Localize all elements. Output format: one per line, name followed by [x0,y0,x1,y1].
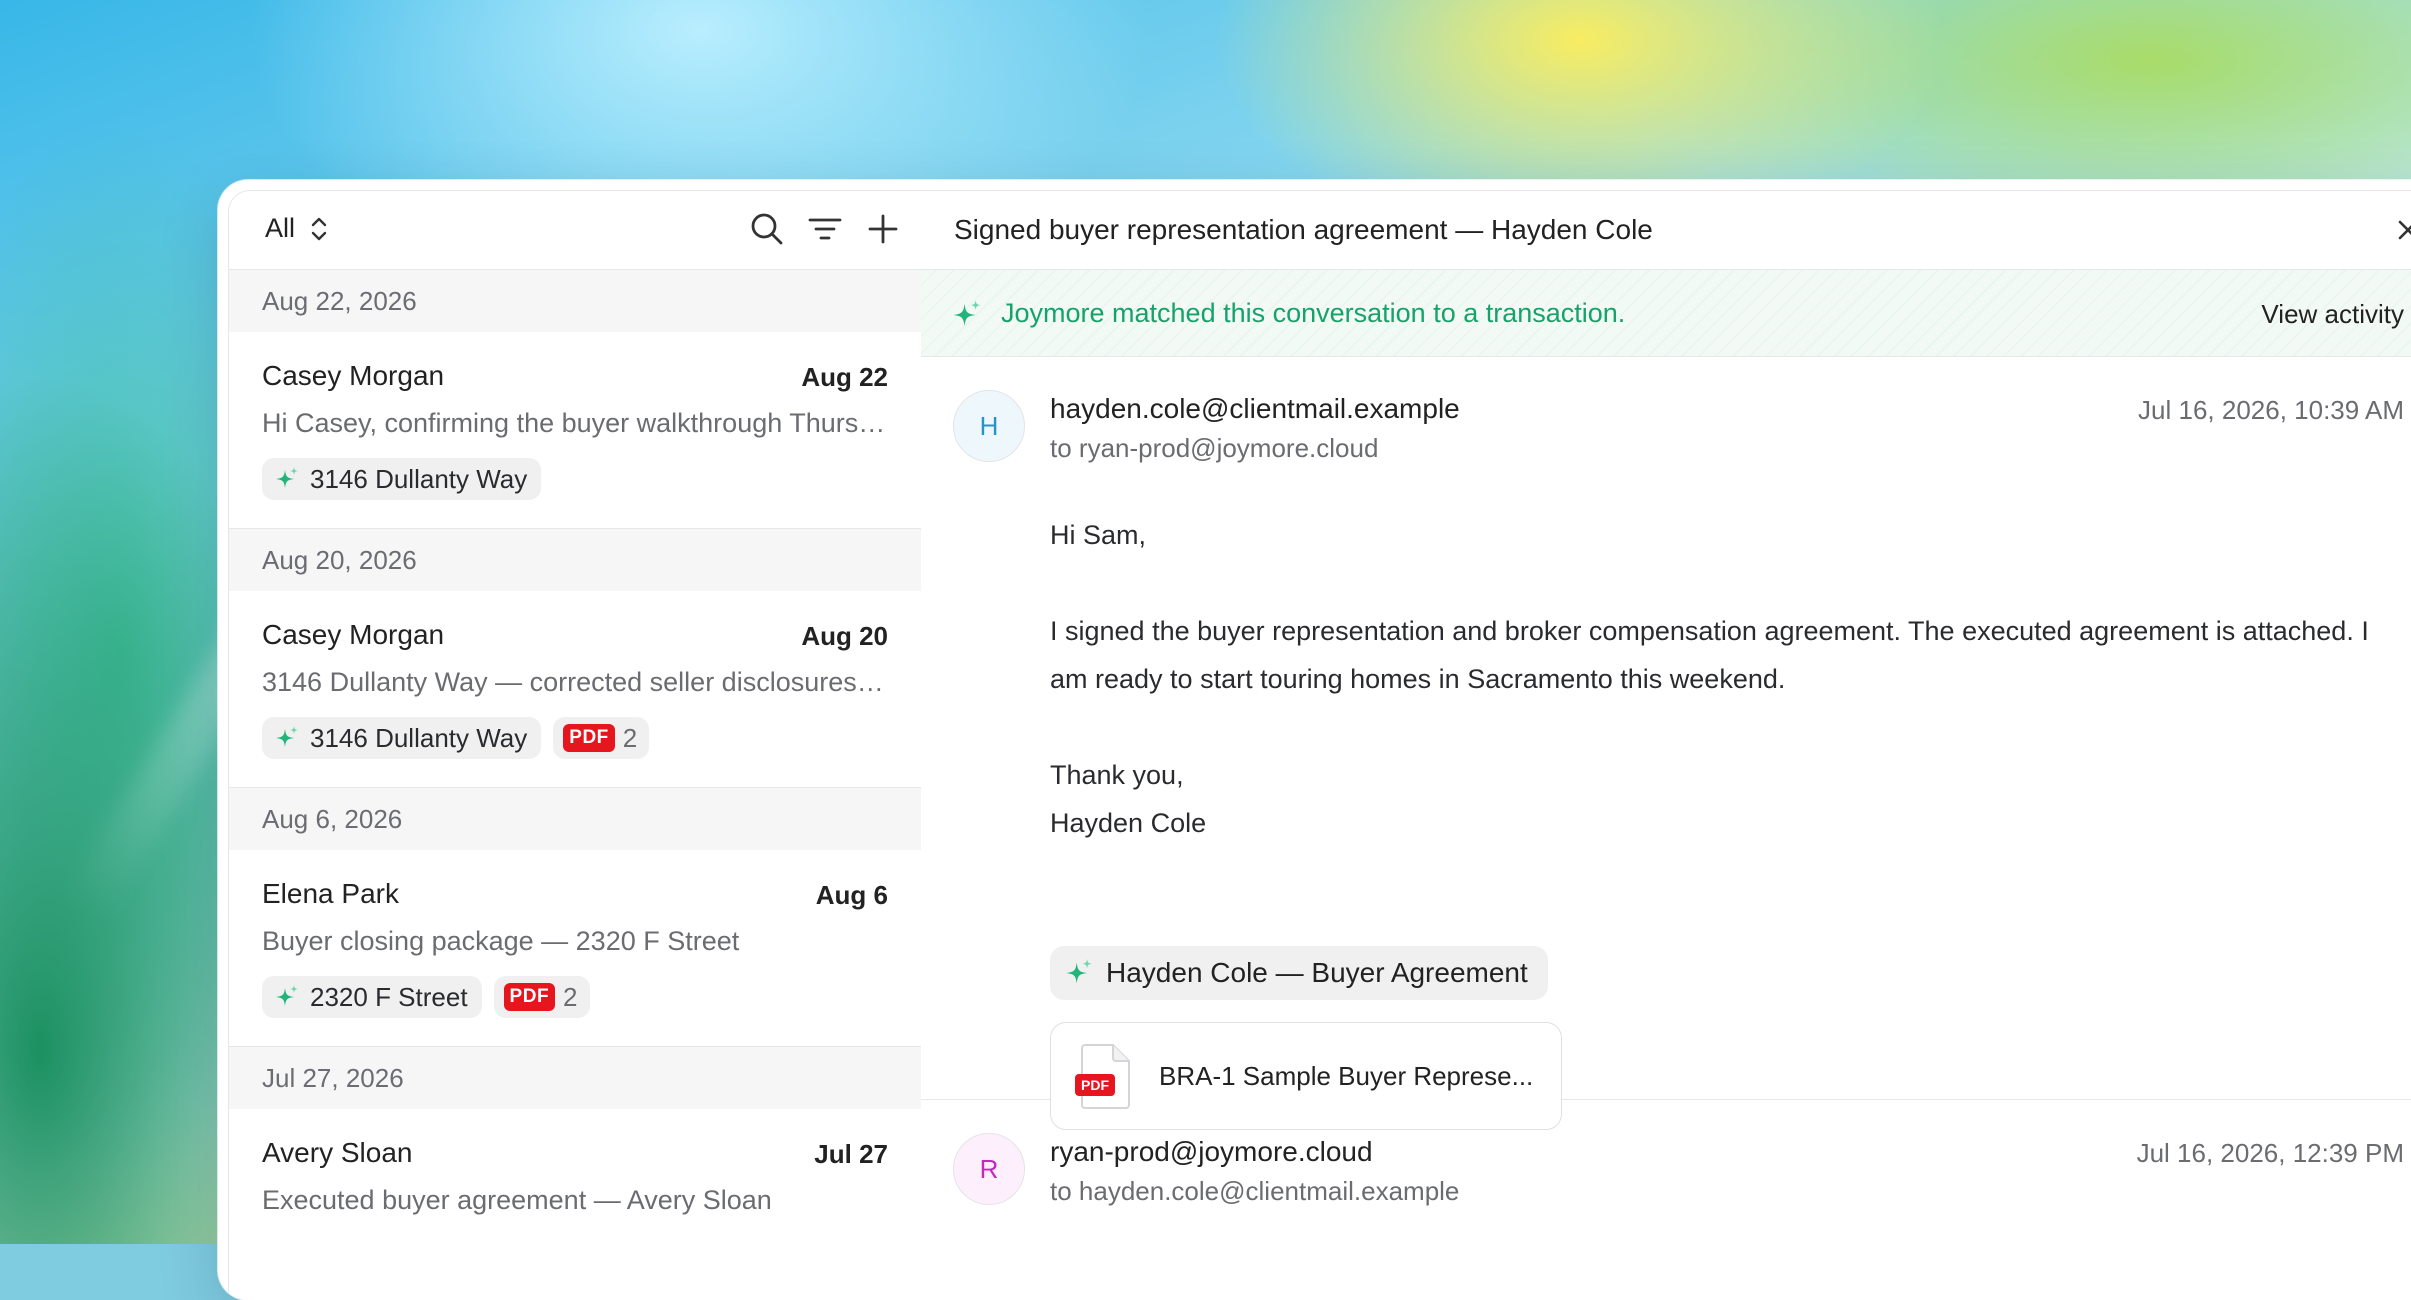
date-group-header: Jul 27, 2026 [229,1047,921,1109]
search-icon[interactable] [749,211,785,247]
close-icon[interactable] [2395,217,2411,243]
transaction-tag[interactable]: 2320 F Street [262,976,482,1018]
thread-date: Aug 22 [801,362,888,392]
sparkle-icon [276,726,298,747]
date-group-header: Aug 22, 2026 [229,270,921,332]
transaction-tag-label: 3146 Dullanty Way [310,463,528,494]
thread-item[interactable]: Casey Morgan Aug 22 Hi Casey, confirming… [229,332,921,529]
filter-select-label: All [265,213,296,243]
attachment-count-chip: PDF 2 [493,976,590,1018]
attachment-count: 2 [563,981,578,1012]
transaction-tag-label: 2320 F Street [310,981,468,1012]
pdf-icon: PDF [503,983,556,1011]
email-message: R ryan-prod@joymore.cloud to hayden.cole… [921,1100,2411,1300]
filter-select[interactable]: All [265,213,329,244]
match-banner-text: Joymore matched this conversation to a t… [1001,298,1626,328]
conversation-header: Signed buyer representation agreement — … [921,191,2411,270]
thread-sender: Casey Morgan [262,360,445,391]
thread-item[interactable]: Casey Morgan Aug 20 3146 Dullanty Way — … [229,591,921,788]
date-group-header: Aug 20, 2026 [229,529,921,591]
message-signoff: Thank you, [1050,760,1184,790]
thread-date: Aug 6 [815,880,888,910]
sparkle-icon [1066,959,1092,984]
sparkle-icon [276,985,298,1006]
email-message: H hayden.cole@clientmail.example to ryan… [921,357,2411,1130]
message-greeting: Hi Sam, [1050,520,1147,550]
thread-sender: Casey Morgan [262,619,445,650]
message-body: Hi Sam, I signed the buyer representatio… [1050,511,2404,847]
message-to: to ryan-prod@joymore.cloud [1050,433,1379,463]
sparkle-icon [953,300,981,327]
attachment-name: BRA-1 Sample Buyer Represe... [1159,1060,1534,1091]
thread-item[interactable]: Avery Sloan Jul 27 Executed buyer agreem… [229,1109,921,1300]
transaction-match-banner: Joymore matched this conversation to a t… [921,270,2411,357]
message-from: hayden.cole@clientmail.example [1050,393,1460,424]
message-from: ryan-prod@joymore.cloud [1050,1136,1373,1167]
thread-sender: Elena Park [262,878,399,909]
thread-date: Jul 27 [814,1139,888,1169]
thread-preview: 3146 Dullanty Way — corrected seller dis… [262,667,888,697]
attachment-count-chip: PDF 2 [553,717,650,759]
transaction-tag[interactable]: 3146 Dullanty Way [262,458,542,500]
transaction-tag-label: 3146 Dullanty Way [310,722,528,753]
filter-icon[interactable] [807,211,843,247]
message-timestamp: Jul 16, 2026, 12:39 PM [2136,1138,2404,1168]
view-activity-link[interactable]: View activity [2261,299,2404,330]
message-paragraph: I signed the buyer representation and br… [1050,616,2369,694]
conversation-subject: Signed buyer representation agreement — … [954,214,1653,245]
thread-list-tools [749,211,901,247]
thread-sender: Avery Sloan [262,1137,413,1168]
avatar: R [953,1133,1025,1205]
thread-item[interactable]: Elena Park Aug 6 Buyer closing package —… [229,850,921,1047]
plus-icon[interactable] [865,211,901,247]
date-group-header: Aug 6, 2026 [229,788,921,850]
transaction-chip-label: Hayden Cole — Buyer Agreement [1106,957,1528,988]
pdf-icon: PDF [563,724,615,752]
thread-preview: Executed buyer agreement — Avery Sloan [262,1185,772,1215]
thread-preview: Hi Casey, confirming the buyer walkthrou… [262,408,888,438]
thread-list-panel: All Aug 22, 2026 Casey Morgan Aug 22 Hi … [229,191,922,1300]
thread-tags: 3146 Dullanty Way PDF 2 [262,717,650,759]
thread-preview: Buyer closing package — 2320 F Street [262,926,740,956]
message-to: to hayden.cole@clientmail.example [1050,1176,1460,1206]
transaction-chip[interactable]: Hayden Cole — Buyer Agreement [1050,946,1548,1000]
app-window: All Aug 22, 2026 Casey Morgan Aug 22 Hi … [218,180,2411,1300]
avatar: H [953,390,1025,462]
attachment-count: 2 [622,722,638,753]
chevron-up-down-icon [311,217,327,240]
thread-tags: 2320 F Street PDF 2 [262,976,590,1018]
transaction-tag[interactable]: 3146 Dullanty Way [262,717,542,759]
thread-list-header: All [229,191,921,270]
thread-date: Aug 20 [801,621,888,651]
pdf-file-icon-label: PDF [1081,1077,1109,1093]
app-frame: All Aug 22, 2026 Casey Morgan Aug 22 Hi … [228,190,2411,1300]
thread-tags: 3146 Dullanty Way [262,458,542,500]
conversation-panel: Signed buyer representation agreement — … [921,191,2411,1300]
sparkle-icon [276,467,298,488]
message-signature: Hayden Cole [1050,808,1207,838]
message-timestamp: Jul 16, 2026, 10:39 AM [2138,395,2404,425]
